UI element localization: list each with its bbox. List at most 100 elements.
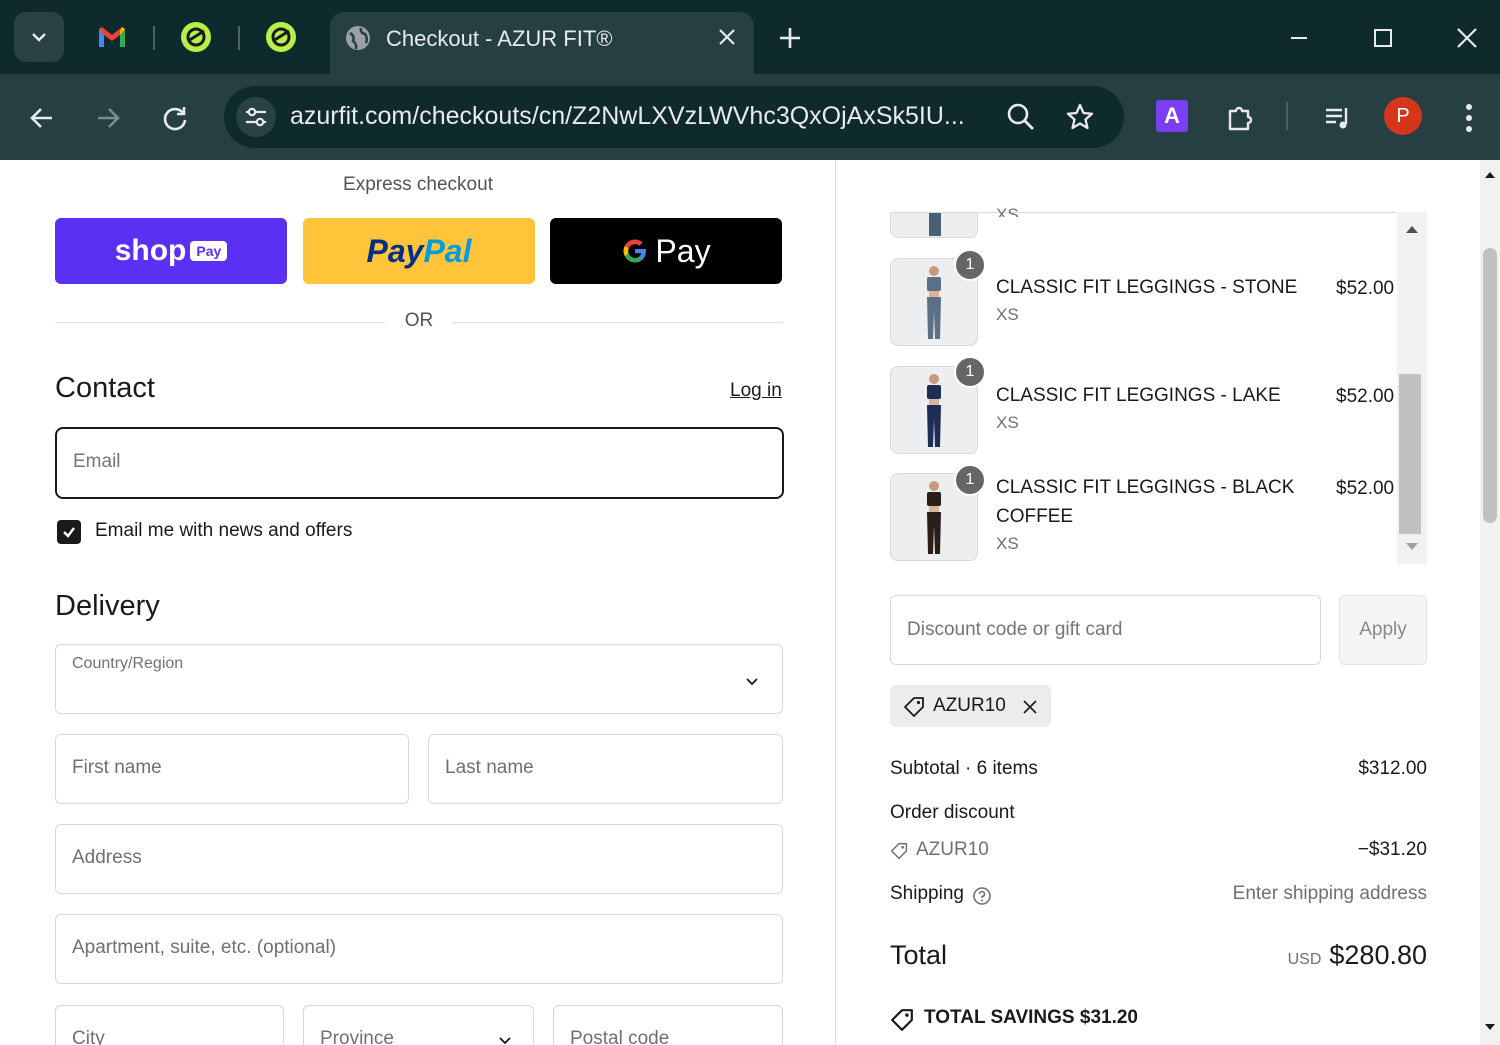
- last-name-field[interactable]: Last name: [428, 734, 783, 804]
- pinned-tab-app-2[interactable]: [264, 20, 298, 54]
- reload-button[interactable]: [155, 98, 195, 138]
- bookmark-button[interactable]: [1063, 100, 1097, 134]
- remove-discount-icon[interactable]: [1023, 700, 1037, 714]
- address-bar[interactable]: azurfit.com/checkouts/cn/Z2NwLXVzLWVhc3Q…: [224, 86, 1124, 148]
- checkmark-icon: [63, 527, 75, 538]
- scroll-up-icon[interactable]: [1484, 170, 1496, 180]
- item-price: $52.00: [1336, 278, 1395, 299]
- forward-button[interactable]: [88, 98, 128, 138]
- chevron-down-icon: [746, 678, 758, 686]
- google-g-icon: [623, 239, 647, 263]
- discount-code-field[interactable]: [890, 595, 1321, 665]
- maximize-icon: [1374, 29, 1392, 47]
- tab-separator: [153, 26, 155, 50]
- tune-icon: [246, 107, 266, 127]
- gmail-icon: [99, 27, 125, 47]
- savings-tag-icon: [891, 1009, 913, 1031]
- express-checkout-title: Express checkout: [343, 174, 493, 195]
- google-pay-button[interactable]: Pay: [550, 218, 782, 284]
- item-variant: XS: [996, 534, 1019, 553]
- close-tab-icon[interactable]: [716, 26, 738, 48]
- news-checkbox[interactable]: [57, 520, 81, 544]
- close-window-button[interactable]: [1447, 18, 1487, 58]
- page-scrollbar[interactable]: [1480, 160, 1500, 1045]
- subtotal-label: Subtotal · 6 items: [890, 758, 1038, 779]
- tab-separator: [238, 26, 240, 50]
- last-name-placeholder: Last name: [445, 757, 534, 778]
- reload-icon: [163, 107, 187, 131]
- country-label: Country/Region: [72, 655, 184, 672]
- apartment-placeholder: Apartment, suite, etc. (optional): [72, 937, 337, 958]
- new-tab-icon[interactable]: [772, 20, 808, 56]
- more-vert-icon: [1466, 104, 1472, 132]
- tab-search-button[interactable]: [14, 12, 64, 62]
- shop-pay-button[interactable]: shop Pay: [55, 218, 287, 284]
- scroll-down-icon[interactable]: [1484, 1022, 1496, 1032]
- applied-discount-tag: AZUR10: [890, 685, 1051, 727]
- tag-icon: [904, 697, 924, 717]
- zoom-button[interactable]: [1004, 100, 1038, 134]
- total-amount: USD $280.80: [1288, 940, 1427, 971]
- toolbar-separator: [1286, 102, 1288, 130]
- scroll-up-icon[interactable]: [1405, 224, 1419, 234]
- globe-icon: [346, 26, 370, 50]
- item-name: CLASSIC FIT LEGGINGS - STONE: [996, 277, 1298, 298]
- pinned-tab-gmail[interactable]: [95, 20, 129, 54]
- scroll-down-icon[interactable]: [1405, 542, 1419, 552]
- app-logo-icon: [181, 22, 211, 52]
- quantity-badge: 1: [954, 249, 986, 281]
- first-name-placeholder: First name: [72, 757, 162, 778]
- total-savings: TOTAL SAVINGS $31.20: [924, 1007, 1139, 1028]
- active-tab[interactable]: Checkout - AZUR FIT®: [330, 12, 754, 74]
- browser-tab-bar: Checkout - AZUR FIT®: [0, 0, 1500, 74]
- discount-code-input[interactable]: [907, 619, 1307, 641]
- media-control-button[interactable]: [1318, 98, 1358, 138]
- shop-pay-badge: Pay: [190, 241, 228, 261]
- applied-discount-code: AZUR10: [933, 695, 1006, 716]
- paypal-button[interactable]: PayPal: [303, 218, 535, 284]
- email-input[interactable]: [73, 451, 763, 473]
- url-text: azurfit.com/checkouts/cn/Z2NwLXVzLWVhc3Q…: [290, 102, 965, 130]
- login-link[interactable]: Log in: [730, 380, 782, 402]
- paypal-logo: PayPal: [367, 233, 472, 270]
- cart-items-scrollbar[interactable]: [1397, 212, 1427, 564]
- minimize-button[interactable]: [1279, 18, 1319, 58]
- email-field[interactable]: [55, 427, 784, 499]
- maximize-button[interactable]: [1363, 18, 1403, 58]
- contact-heading: Contact: [55, 372, 155, 404]
- first-name-field[interactable]: First name: [55, 734, 409, 804]
- profile-avatar[interactable]: P: [1384, 97, 1422, 135]
- address-field[interactable]: Address: [55, 824, 783, 894]
- cart-scrollbar-thumb[interactable]: [1399, 374, 1421, 534]
- menu-button[interactable]: [1449, 98, 1489, 138]
- item-name-line1: CLASSIC FIT LEGGINGS - BLACK: [996, 477, 1295, 498]
- back-button[interactable]: [22, 98, 62, 138]
- divider-line: [453, 322, 783, 323]
- country-select[interactable]: Country/Region: [55, 644, 783, 714]
- google-pay-label: Pay: [655, 232, 711, 269]
- model-figure-icon: [929, 213, 941, 236]
- province-select[interactable]: Province: [303, 1005, 534, 1045]
- pinned-tab-app-1[interactable]: [179, 20, 213, 54]
- puzzle-icon: [1228, 106, 1253, 131]
- extension-a-icon[interactable]: A: [1156, 100, 1188, 132]
- total-label: Total: [890, 940, 948, 970]
- help-circle-icon[interactable]: [972, 886, 992, 906]
- active-tab-title: Checkout - AZUR FIT®: [386, 26, 613, 51]
- paypal-logo-pal: Pal: [423, 232, 472, 269]
- postal-code-field[interactable]: Postal code: [553, 1005, 783, 1045]
- city-field[interactable]: City: [55, 1005, 284, 1045]
- close-icon: [1457, 28, 1477, 48]
- extensions-button[interactable]: [1220, 98, 1260, 138]
- search-zoom-icon: [1007, 103, 1034, 130]
- or-label: OR: [404, 310, 434, 331]
- site-settings-button[interactable]: [236, 97, 276, 137]
- app-logo-icon: [266, 22, 296, 52]
- item-name-line2: COFFEE: [996, 506, 1074, 527]
- apartment-field[interactable]: Apartment, suite, etc. (optional): [55, 914, 783, 984]
- apply-discount-button[interactable]: Apply: [1339, 595, 1427, 665]
- paypal-logo-pay: Pay: [366, 232, 424, 269]
- arrow-right-icon: [98, 108, 120, 128]
- page-scrollbar-thumb[interactable]: [1483, 248, 1497, 523]
- order-discount-label: Order discount: [890, 802, 1015, 823]
